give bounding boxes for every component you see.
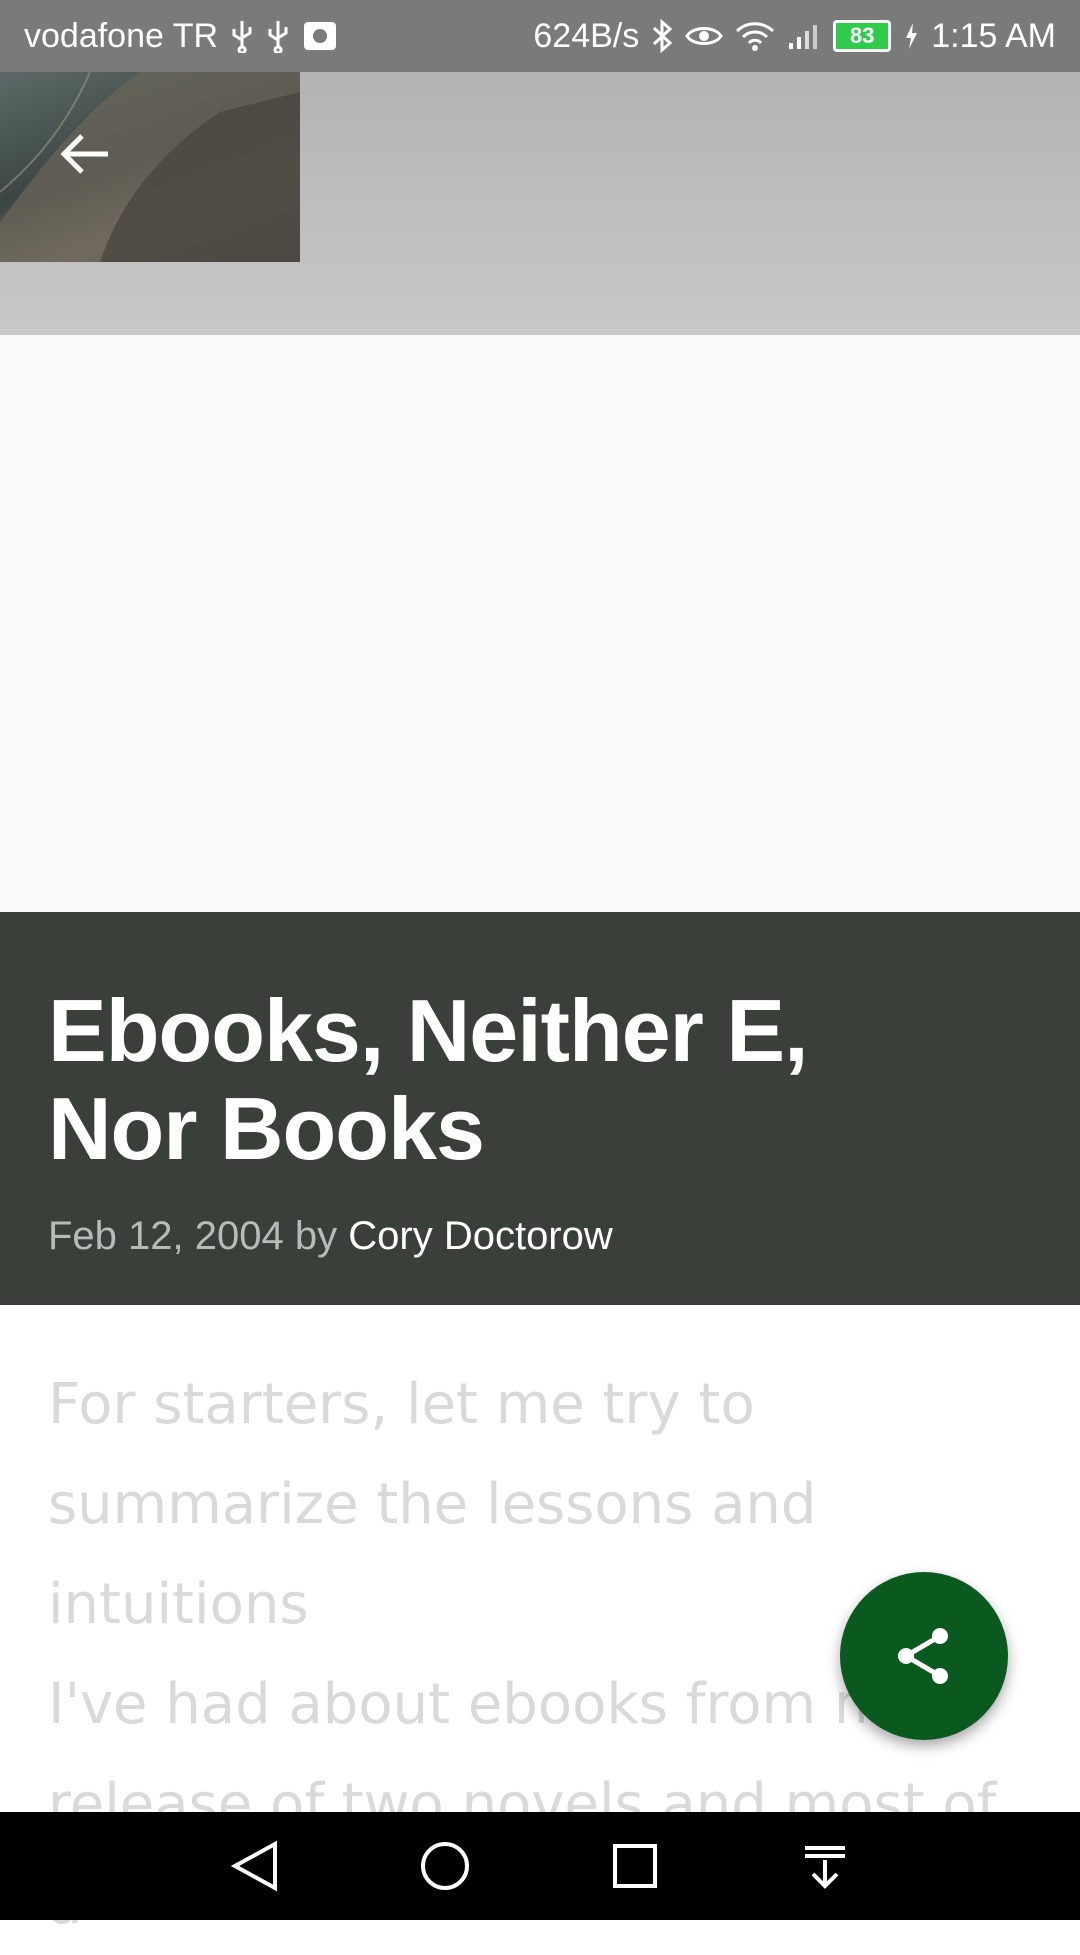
nav-home-button[interactable] [405,1826,485,1906]
post-meta: Feb 12, 2004 by Cory Doctorow [48,1214,1032,1259]
back-button[interactable] [52,122,116,186]
clock-label: 1:15 AM [931,16,1056,55]
signal-icon [787,21,821,51]
post-title: Ebooks, Neither E, Nor Books [48,981,809,1178]
back-triangle-icon [231,1840,277,1892]
home-circle-icon [421,1842,469,1890]
status-bar: vodafone TR 624B/s 83 1:15 AM [0,0,1080,72]
arrow-left-icon [60,134,108,174]
status-bar-left: vodafone TR [24,17,338,56]
battery-icon: 83 [833,20,892,52]
bluetooth-icon [651,19,673,53]
status-bar-right: 624B/s 83 1:15 AM [533,17,1056,56]
header-image [0,72,300,262]
usb-icon [230,19,254,53]
charging-icon [903,21,919,51]
wifi-icon [735,21,775,51]
nav-recents-button[interactable] [595,1826,675,1906]
post-author[interactable]: Cory Doctorow [348,1214,613,1258]
nav-back-button[interactable] [215,1826,295,1906]
nav-notification-button[interactable] [785,1826,865,1906]
carrier-label: vodafone TR [24,16,219,55]
eye-icon [685,23,724,49]
navigation-bar [0,1812,1080,1920]
net-speed-label: 624B/s [533,16,640,55]
share-button[interactable] [840,1572,1008,1740]
share-icon [898,1628,948,1684]
hero-placeholder [0,335,1080,912]
recents-square-icon [613,1844,657,1888]
title-panel: Ebooks, Neither E, Nor Books Feb 12, 200… [0,912,1080,1305]
usb-icon [266,19,290,53]
post-by: by [294,1214,338,1258]
post-date: Feb 12, 2004 [48,1214,284,1258]
notification-pull-icon [805,1846,845,1889]
screenshot-icon [302,20,338,52]
app-bar [0,72,1080,335]
